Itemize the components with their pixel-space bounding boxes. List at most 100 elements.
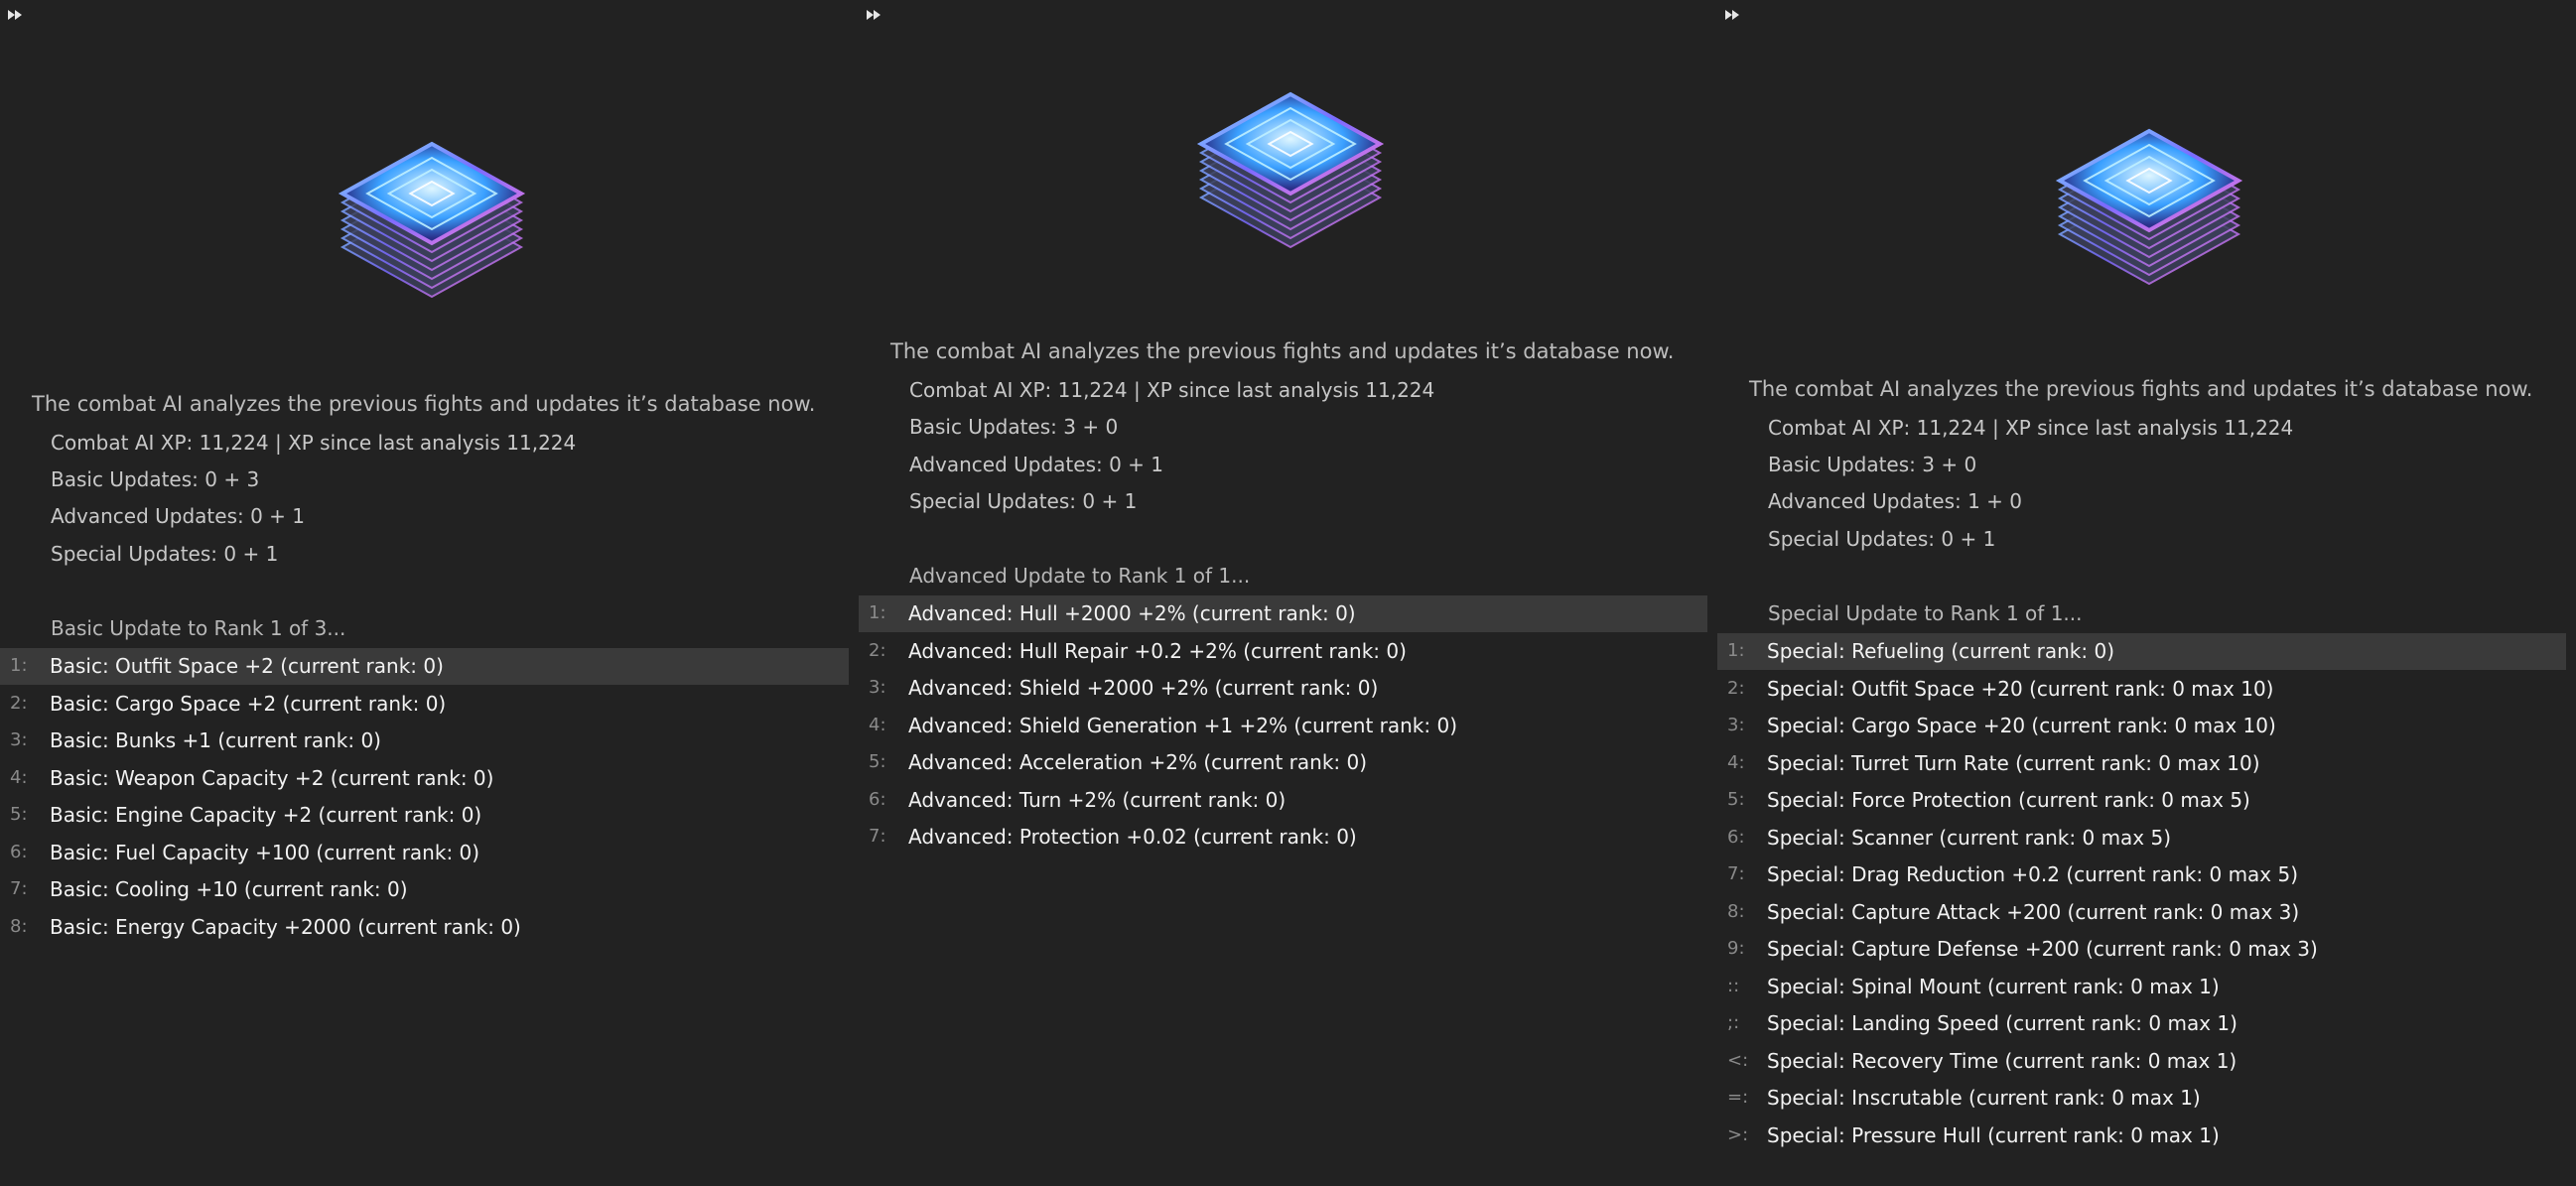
option-number: 2: [10, 692, 28, 714]
option-label: Basic: Fuel Capacity +100 (current rank:… [50, 840, 480, 864]
fast-forward-icon[interactable] [1723, 6, 1743, 24]
option-row[interactable]: 7: Basic: Cooling +10 (current rank: 0) [0, 871, 849, 908]
option-number: 7: [1727, 863, 1745, 884]
option-label: Advanced: Turn +2% (current rank: 0) [908, 787, 1287, 812]
option-number: 4: [869, 714, 886, 735]
option-row[interactable]: 6: Advanced: Turn +2% (current rank: 0) [859, 782, 1707, 819]
option-row[interactable]: 3: Basic: Bunks +1 (current rank: 0) [0, 723, 849, 759]
advanced-updates-stat: Advanced Updates: 0 + 1 [51, 504, 306, 528]
basic-updates-stat: Basic Updates: 0 + 3 [51, 467, 260, 491]
option-number: 5: [1727, 789, 1745, 810]
option-label: Special: Pressure Hull (current rank: 0 … [1767, 1122, 2220, 1147]
basic-updates-stat: Basic Updates: 3 + 0 [909, 415, 1119, 439]
option-label: Special: Capture Attack +200 (current ra… [1767, 899, 2300, 924]
option-label: Special: Spinal Mount (current rank: 0 m… [1767, 974, 2220, 998]
option-number: :: [1727, 975, 1740, 996]
option-number: 6: [10, 841, 28, 862]
conversation-screen: The combat AI analyzes the previous figh… [0, 0, 2576, 1186]
option-row[interactable]: 1: Special: Refueling (current rank: 0) [1717, 633, 2566, 670]
option-row[interactable]: 6: Special: Scanner (current rank: 0 max … [1717, 820, 2566, 857]
option-label: Special: Outfit Space +20 (current rank:… [1767, 676, 2274, 701]
option-row[interactable]: =: Special: Inscrutable (current rank: 0 … [1717, 1080, 2566, 1117]
option-row[interactable]: 1: Basic: Outfit Space +2 (current rank: … [0, 648, 849, 685]
option-row[interactable]: 5: Basic: Engine Capacity +2 (current ran… [0, 797, 849, 834]
update-header: Advanced Update to Rank 1 of 1... [909, 564, 1251, 588]
option-row[interactable]: 2: Special: Outfit Space +20 (current ran… [1717, 671, 2566, 708]
option-number: 3: [869, 677, 886, 698]
option-number: 1: [869, 602, 886, 623]
option-row[interactable]: 2: Basic: Cargo Space +2 (current rank: 0… [0, 686, 849, 723]
option-label: Basic: Engine Capacity +2 (current rank:… [50, 803, 482, 827]
option-label: Basic: Weapon Capacity +2 (current rank:… [50, 765, 494, 790]
option-number: 8: [10, 915, 28, 937]
option-row[interactable]: 2: Advanced: Hull Repair +0.2 +2% (curren… [859, 633, 1707, 670]
option-number: 8: [1727, 900, 1745, 922]
advanced-updates-stat: Advanced Updates: 1 + 0 [1768, 489, 2023, 513]
option-label: Special: Force Protection (current rank:… [1767, 788, 2250, 812]
option-row[interactable]: 6: Basic: Fuel Capacity +100 (current ran… [0, 835, 849, 871]
special-updates-stat: Special Updates: 0 + 1 [51, 542, 279, 566]
option-row[interactable]: 4: Advanced: Shield Generation +1 +2% (cu… [859, 708, 1707, 744]
option-label: Advanced: Acceleration +2% (current rank… [908, 750, 1368, 774]
option-number: 2: [869, 639, 886, 661]
option-row[interactable]: <: Special: Recovery Time (current rank: … [1717, 1043, 2566, 1080]
option-row[interactable]: >: Special: Pressure Hull (current rank: … [1717, 1118, 2566, 1154]
special-updates-stat: Special Updates: 0 + 1 [1768, 527, 1996, 551]
panel-title: The combat AI analyzes the previous figh… [32, 392, 816, 416]
xp-stat: Combat AI XP: 11,224 | XP since last ana… [51, 431, 577, 455]
option-row[interactable]: 9: Special: Capture Defense +200 (current… [1717, 931, 2566, 968]
option-number: 1: [10, 655, 28, 676]
update-header: Basic Update to Rank 1 of 3... [51, 616, 346, 640]
fast-forward-icon[interactable] [6, 6, 26, 24]
option-number: 2: [1727, 677, 1745, 699]
option-row[interactable]: 7: Special: Drag Reduction +0.2 (current … [1717, 857, 2566, 893]
option-label: Advanced: Hull Repair +0.2 +2% (current … [908, 638, 1407, 663]
ai-chip-icon [2055, 128, 2243, 286]
option-row[interactable]: 4: Basic: Weapon Capacity +2 (current ran… [0, 760, 849, 797]
option-number: 4: [10, 766, 28, 788]
option-number: 6: [1727, 826, 1745, 848]
option-label: Basic: Cooling +10 (current rank: 0) [50, 877, 408, 901]
option-row[interactable]: 5: Special: Force Protection (current ran… [1717, 782, 2566, 819]
option-number: 5: [10, 804, 28, 825]
option-label: Special: Capture Defense +200 (current r… [1767, 937, 2318, 961]
option-number: 3: [1727, 715, 1745, 735]
option-row[interactable]: 8: Basic: Energy Capacity +2000 (current … [0, 909, 849, 946]
option-number: ;: [1727, 1012, 1740, 1033]
option-row[interactable]: 5: Advanced: Acceleration +2% (current ra… [859, 744, 1707, 781]
panel-title: The combat AI analyzes the previous figh… [890, 339, 1675, 363]
option-label: Advanced: Shield Generation +1 +2% (curr… [908, 713, 1458, 737]
xp-stat: Combat AI XP: 11,224 | XP since last ana… [909, 378, 1435, 402]
option-row[interactable]: 4: Special: Turret Turn Rate (current ran… [1717, 745, 2566, 782]
special-updates-stat: Special Updates: 0 + 1 [909, 489, 1138, 513]
ai-chip-icon [1196, 91, 1385, 249]
option-label: Special: Scanner (current rank: 0 max 5) [1767, 825, 2172, 850]
option-row[interactable]: :: Special: Spinal Mount (current rank: 0… [1717, 969, 2566, 1005]
option-row[interactable]: 3: Advanced: Shield +2000 +2% (current ra… [859, 670, 1707, 707]
option-label: Special: Recovery Time (current rank: 0 … [1767, 1048, 2237, 1073]
option-number: 7: [10, 878, 28, 899]
option-label: Basic: Outfit Space +2 (current rank: 0) [50, 654, 444, 678]
option-label: Advanced: Protection +0.02 (current rank… [908, 825, 1357, 849]
option-row[interactable]: 8: Special: Capture Attack +200 (current … [1717, 894, 2566, 931]
option-number: 6: [869, 788, 886, 810]
option-row[interactable]: 3: Special: Cargo Space +20 (current rank… [1717, 708, 2566, 744]
option-number: =: [1727, 1087, 1749, 1108]
option-number: 4: [1727, 751, 1745, 773]
option-number: <: [1727, 1049, 1749, 1071]
option-number: 5: [869, 751, 886, 772]
panel-special: The combat AI analyzes the previous figh… [1717, 0, 2576, 1186]
option-row[interactable]: ;: Special: Landing Speed (current rank: … [1717, 1005, 2566, 1042]
option-number: 7: [869, 826, 886, 847]
option-row[interactable]: 7: Advanced: Protection +0.02 (current ra… [859, 819, 1707, 856]
option-label: Special: Cargo Space +20 (current rank: … [1767, 714, 2276, 737]
option-label: Advanced: Hull +2000 +2% (current rank: … [908, 601, 1356, 625]
advanced-updates-stat: Advanced Updates: 0 + 1 [909, 453, 1164, 476]
ai-chip-icon [338, 141, 526, 299]
option-row[interactable]: 1: Advanced: Hull +2000 +2% (current rank… [859, 595, 1707, 632]
fast-forward-icon[interactable] [865, 6, 884, 24]
option-number: >: [1727, 1123, 1749, 1145]
option-number: 9: [1727, 938, 1745, 959]
option-number: 1: [1727, 640, 1745, 661]
option-label: Basic: Cargo Space +2 (current rank: 0) [50, 691, 447, 716]
